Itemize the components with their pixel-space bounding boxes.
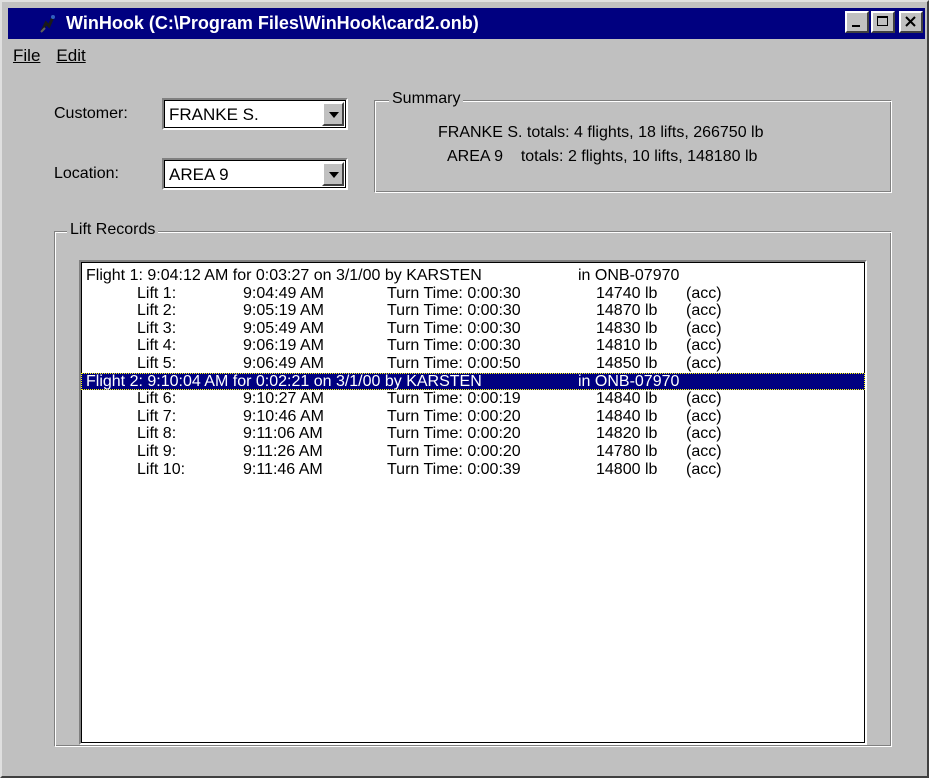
customer-dropdown-button[interactable] xyxy=(322,102,344,126)
lift-number: Lift 4: xyxy=(137,337,177,355)
lift-status: (acc) xyxy=(686,425,722,443)
title-bar[interactable]: WinHook (C:\Program Files\WinHook\card2.… xyxy=(8,8,925,39)
lift-time: 9:10:46 AM xyxy=(243,407,324,425)
lift-status: (acc) xyxy=(686,284,722,302)
lift-records-legend: Lift Records xyxy=(67,221,159,239)
lift-status: (acc) xyxy=(686,337,722,355)
lift-turn-time: Turn Time: 0:00:19 xyxy=(387,390,521,408)
lift-number: Lift 9: xyxy=(137,442,177,460)
lift-row[interactable]: Lift 1: 9:04:49 AM Turn Time: 0:00:30 14740… xyxy=(81,285,865,303)
flight-aircraft: in ONB-07970 xyxy=(578,267,680,284)
chevron-down-icon xyxy=(329,172,339,178)
lift-row[interactable]: Lift 4: 9:06:19 AM Turn Time: 0:00:30 14810… xyxy=(81,337,865,355)
lift-status: (acc) xyxy=(686,407,722,425)
lift-status: (acc) xyxy=(686,302,722,320)
lift-weight: 14820 lb xyxy=(596,425,658,443)
close-icon xyxy=(905,16,916,27)
winhook-window: WinHook (C:\Program Files\WinHook\card2.… xyxy=(0,0,929,778)
lift-row[interactable]: Lift 9: 9:11:26 AM Turn Time: 0:00:20 14780… xyxy=(81,443,865,461)
lift-number: Lift 8: xyxy=(137,425,177,443)
chevron-down-icon xyxy=(329,112,339,118)
lift-turn-time: Turn Time: 0:00:20 xyxy=(387,425,521,443)
summary-legend: Summary xyxy=(389,90,464,108)
window-title: WinHook (C:\Program Files\WinHook\card2.… xyxy=(66,13,479,33)
lift-turn-time: Turn Time: 0:00:30 xyxy=(387,302,521,320)
lift-weight: 14810 lb xyxy=(596,337,658,355)
lift-status: (acc) xyxy=(686,319,722,337)
flight-aircraft: in ONB-07970 xyxy=(578,372,680,390)
lift-time: 9:10:27 AM xyxy=(243,390,324,408)
lift-status: (acc) xyxy=(686,460,722,478)
flight-header: Flight 1: 9:04:12 AM for 0:03:27 on 3/1/… xyxy=(86,267,482,284)
menu-edit[interactable]: Edit xyxy=(48,46,93,66)
lift-records-list[interactable]: Flight 1: 9:04:12 AM for 0:03:27 on 3/1/… xyxy=(79,260,867,745)
lift-row[interactable]: Lift 6: 9:10:27 AM Turn Time: 0:00:19 14840… xyxy=(81,390,865,408)
lift-time: 9:06:19 AM xyxy=(243,337,324,355)
lift-time: 9:05:19 AM xyxy=(243,302,324,320)
lift-weight: 14740 lb xyxy=(596,284,658,302)
lift-weight: 14840 lb xyxy=(596,390,658,408)
lift-time: 9:05:49 AM xyxy=(243,319,324,337)
lift-number: Lift 5: xyxy=(137,354,177,372)
lift-weight: 14850 lb xyxy=(596,354,658,372)
lift-weight: 14830 lb xyxy=(596,319,658,337)
lift-turn-time: Turn Time: 0:00:30 xyxy=(387,337,521,355)
hook-icon[interactable] xyxy=(38,14,58,34)
lift-turn-time: Turn Time: 0:00:20 xyxy=(387,442,521,460)
lift-time: 9:06:49 AM xyxy=(243,354,324,372)
minimize-icon xyxy=(852,25,860,27)
lift-row[interactable]: Lift 7: 9:10:46 AM Turn Time: 0:00:20 14840… xyxy=(81,408,865,426)
lift-weight: 14870 lb xyxy=(596,302,658,320)
lift-number: Lift 2: xyxy=(137,302,177,320)
lift-time: 9:11:06 AM xyxy=(243,425,323,443)
lift-row[interactable]: Lift 2: 9:05:19 AM Turn Time: 0:00:30 14870… xyxy=(81,302,865,320)
lift-row[interactable]: Lift 3: 9:05:49 AM Turn Time: 0:00:30 14830… xyxy=(81,320,865,338)
lift-number: Lift 10: xyxy=(137,460,186,478)
lift-turn-time: Turn Time: 0:00:30 xyxy=(387,284,521,302)
customer-dropdown[interactable]: FRANKE S. xyxy=(162,98,348,130)
maximize-icon xyxy=(877,16,888,26)
summary-location-totals: AREA 9 totals: 2 flights, 10 lifts, 1481… xyxy=(447,148,758,165)
location-dropdown-button[interactable] xyxy=(322,162,344,186)
flight-row[interactable]: Flight 1: 9:04:12 AM for 0:03:27 on 3/1/… xyxy=(81,267,865,285)
lift-row[interactable]: Lift 8: 9:11:06 AM Turn Time: 0:00:20 14820… xyxy=(81,425,865,443)
lift-turn-time: Turn Time: 0:00:20 xyxy=(387,407,521,425)
location-label: Location: xyxy=(54,165,119,182)
menu-file[interactable]: File xyxy=(8,46,48,66)
lift-number: Lift 3: xyxy=(137,319,177,337)
lift-turn-time: Turn Time: 0:00:39 xyxy=(387,460,521,478)
lift-status: (acc) xyxy=(686,390,722,408)
lift-time: 9:11:26 AM xyxy=(243,442,323,460)
location-dropdown[interactable]: AREA 9 xyxy=(162,158,348,190)
lift-weight: 14840 lb xyxy=(596,407,658,425)
lift-weight: 14800 lb xyxy=(596,460,658,478)
minimize-button[interactable] xyxy=(845,11,869,33)
menu-bar: File Edit xyxy=(8,42,94,70)
lift-number: Lift 7: xyxy=(137,407,177,425)
lift-time: 9:11:46 AM xyxy=(243,460,323,478)
lift-turn-time: Turn Time: 0:00:50 xyxy=(387,354,521,372)
window-controls xyxy=(845,11,923,33)
summary-group: Summary FRANKE S. totals: 4 flights, 18 … xyxy=(374,90,892,193)
lift-time: 9:04:49 AM xyxy=(243,284,324,302)
lift-turn-time: Turn Time: 0:00:30 xyxy=(387,319,521,337)
lift-number: Lift 1: xyxy=(137,284,177,302)
maximize-button[interactable] xyxy=(871,11,895,33)
flight-header: Flight 2: 9:10:04 AM for 0:02:21 on 3/1/… xyxy=(86,372,482,390)
customer-label: Customer: xyxy=(54,105,128,122)
location-value: AREA 9 xyxy=(169,165,229,184)
flight-row[interactable]: Flight 2: 9:10:04 AM for 0:02:21 on 3/1/… xyxy=(81,372,865,391)
lift-status: (acc) xyxy=(686,354,722,372)
customer-value: FRANKE S. xyxy=(169,105,259,124)
summary-customer-totals: FRANKE S. totals: 4 flights, 18 lifts, 2… xyxy=(438,124,764,141)
lift-row[interactable]: Lift 5: 9:06:49 AM Turn Time: 0:00:50 14850… xyxy=(81,355,865,373)
close-button[interactable] xyxy=(899,11,923,33)
lift-weight: 14780 lb xyxy=(596,442,658,460)
lift-row[interactable]: Lift 10: 9:11:46 AM Turn Time: 0:00:39 1480… xyxy=(81,461,865,479)
lift-number: Lift 6: xyxy=(137,390,177,408)
lift-status: (acc) xyxy=(686,442,722,460)
